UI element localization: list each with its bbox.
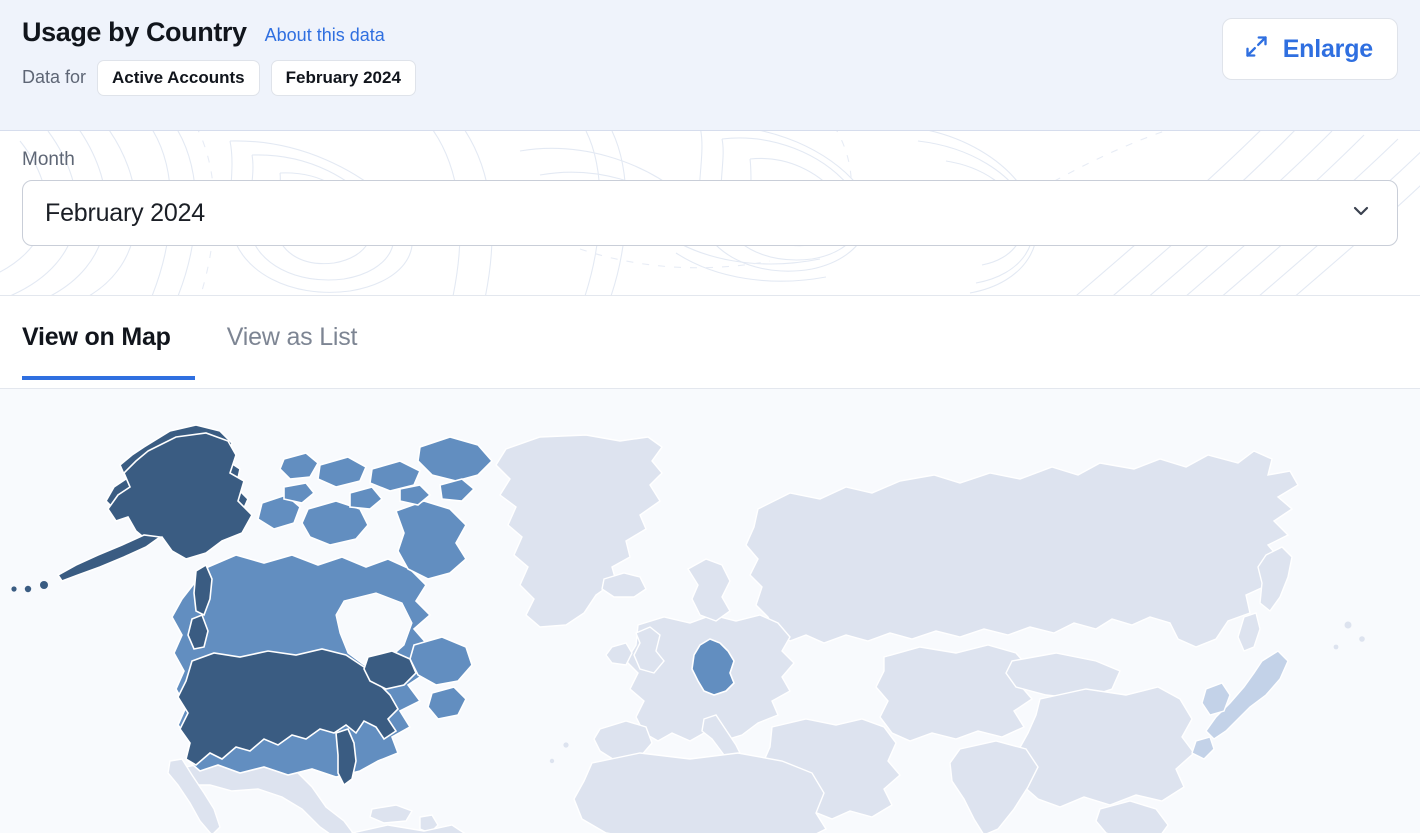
island-dot-pacific-2 bbox=[1359, 636, 1365, 642]
about-this-data-link[interactable]: About this data bbox=[265, 25, 385, 46]
chevron-down-icon bbox=[1349, 199, 1373, 228]
island-dot-atlantic-1 bbox=[563, 742, 569, 748]
country-group-central-asia bbox=[875, 644, 1034, 742]
month-filter: Month February 2024 bbox=[22, 149, 1398, 246]
map-panel[interactable] bbox=[0, 389, 1420, 833]
aleutian-island-2 bbox=[24, 585, 32, 593]
month-select-value: February 2024 bbox=[45, 198, 205, 227]
world-choropleth-map[interactable] bbox=[0, 389, 1420, 833]
data-chip-metric: Active Accounts bbox=[97, 59, 260, 97]
data-for-row: Data for Active Accounts February 2024 bbox=[22, 59, 1400, 97]
month-select[interactable]: February 2024 bbox=[22, 180, 1398, 246]
enlarge-button[interactable]: Enlarge bbox=[1221, 18, 1398, 80]
island-dot-pacific-1 bbox=[1344, 621, 1352, 629]
country-china bbox=[1017, 686, 1195, 808]
tab-view-as-list-label: View as List bbox=[226, 323, 358, 351]
data-chip-period: February 2024 bbox=[270, 59, 416, 97]
country-group-north-africa bbox=[573, 752, 828, 833]
tab-view-on-map[interactable]: View on Map bbox=[22, 323, 195, 380]
filter-bar: Month February 2024 bbox=[0, 131, 1420, 296]
tab-view-as-list[interactable]: View as List bbox=[215, 323, 370, 380]
aleutian-island-1 bbox=[40, 581, 48, 589]
month-field-label: Month bbox=[22, 149, 75, 170]
title-row: Usage by Country About this data bbox=[22, 17, 1400, 48]
tab-view-on-map-label: View on Map bbox=[22, 323, 171, 351]
card-header: Usage by Country About this data Data fo… bbox=[0, 0, 1420, 131]
data-for-label: Data for bbox=[22, 67, 87, 88]
page-title: Usage by Country bbox=[22, 17, 247, 47]
island-dot-atlantic-2 bbox=[549, 758, 555, 764]
island-dot-pacific-3 bbox=[1333, 644, 1339, 650]
view-tabs: View on Map View as List bbox=[0, 296, 1420, 389]
expand-diagonal-icon bbox=[1243, 33, 1270, 65]
enlarge-button-label: Enlarge bbox=[1282, 34, 1374, 63]
aleutian-island-3 bbox=[11, 586, 17, 592]
